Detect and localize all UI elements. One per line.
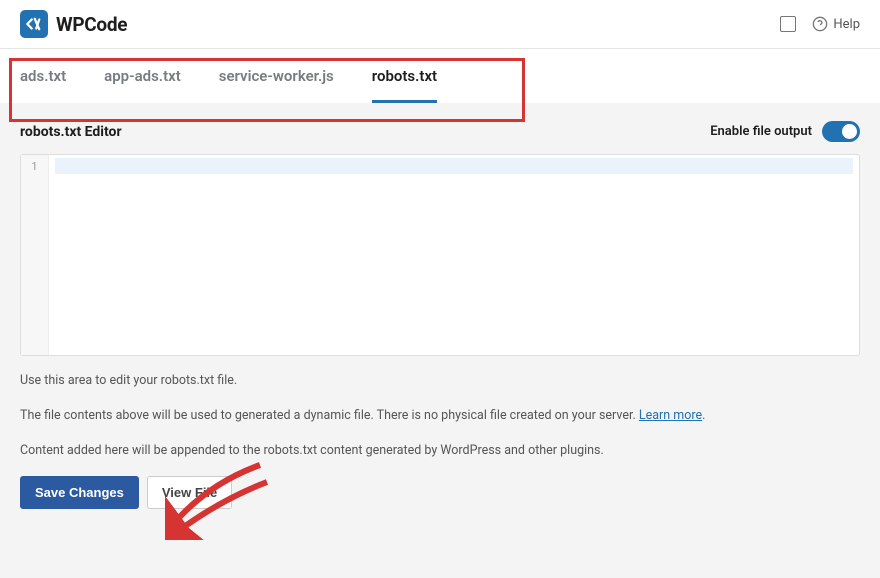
help-link[interactable]: Help — [812, 16, 860, 32]
main-content: robots.txt Editor Enable file output 1 U… — [0, 103, 880, 527]
action-buttons: Save Changes View File — [20, 476, 860, 509]
tab-ads-txt[interactable]: ads.txt — [20, 49, 66, 103]
editor-header: robots.txt Editor Enable file output — [20, 121, 860, 142]
screen-icon[interactable] — [780, 16, 796, 32]
help-icon — [812, 16, 828, 32]
code-editor[interactable]: 1 — [20, 154, 860, 356]
brand-name: WPCode — [56, 13, 127, 36]
enable-output-toggle-row: Enable file output — [710, 121, 860, 142]
editor-title: robots.txt Editor — [20, 124, 122, 140]
hint-use-area: Use this area to edit your robots.txt fi… — [20, 372, 860, 391]
brand: WPCode — [20, 10, 127, 38]
view-file-button[interactable]: View File — [147, 476, 232, 509]
brand-icon — [20, 10, 48, 38]
enable-output-toggle[interactable] — [822, 121, 860, 142]
tab-app-ads-txt[interactable]: app-ads.txt — [104, 49, 181, 103]
line-number: 1 — [21, 160, 48, 173]
header-actions: Help — [780, 16, 860, 32]
editor-gutter: 1 — [21, 155, 49, 355]
help-label: Help — [833, 17, 860, 32]
hint-dynamic-file: The file contents above will be used to … — [20, 407, 860, 426]
tab-robots-txt[interactable]: robots.txt — [372, 49, 437, 103]
learn-more-link[interactable]: Learn more — [639, 408, 702, 423]
toggle-label: Enable file output — [710, 124, 812, 139]
editor-active-line — [55, 158, 853, 174]
editor-textarea[interactable] — [49, 155, 859, 355]
tab-service-worker-js[interactable]: service-worker.js — [219, 49, 334, 103]
save-button[interactable]: Save Changes — [20, 476, 139, 509]
app-header: WPCode Help — [0, 0, 880, 49]
hint-appended: Content added here will be appended to t… — [20, 442, 860, 461]
tabs-bar: ads.txt app-ads.txt service-worker.js ro… — [0, 49, 880, 103]
